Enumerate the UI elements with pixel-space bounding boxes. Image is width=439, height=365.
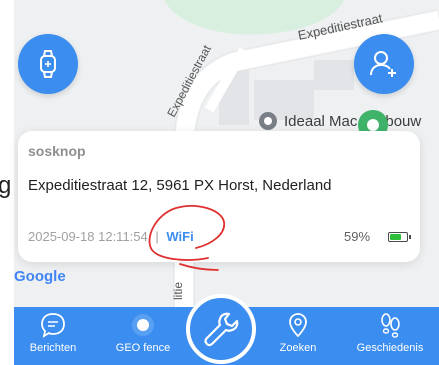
device-name: sosknop xyxy=(28,143,86,159)
location-timestamp: 2025-09-18 12:11:54 xyxy=(28,229,148,244)
battery-fill xyxy=(390,234,401,240)
geofence-icon xyxy=(132,314,154,336)
battery-tip xyxy=(409,235,411,239)
add-user-button[interactable] xyxy=(354,34,414,94)
map-pin-icon xyxy=(289,313,307,338)
google-logo-text: Google xyxy=(14,268,66,285)
edge-letter: g xyxy=(0,172,12,199)
device-info-card[interactable]: sosknop Expeditiestraat 12, 5961 PX Hors… xyxy=(18,131,420,262)
nav-geschiedenis[interactable]: Geschiedenis xyxy=(350,307,430,365)
nav-label-zoeken: Zoeken xyxy=(279,342,317,354)
chat-icon xyxy=(41,313,65,338)
poi-marker[interactable]: Ideaal Mac bouw xyxy=(258,111,421,131)
nav-label-berichten: Berichten xyxy=(29,342,77,354)
google-attribution: Google xyxy=(14,268,66,285)
nav-berichten[interactable]: Berichten xyxy=(24,307,82,365)
poi-icon xyxy=(259,112,277,130)
poi-label-tail: bouw xyxy=(385,112,422,130)
location-meta: 2025-09-18 12:11:54 | WiFi xyxy=(28,229,194,244)
nav-zoeken[interactable]: Zoeken xyxy=(272,307,324,365)
nav-geofence[interactable]: GEO fence xyxy=(112,307,174,365)
watch-button[interactable] xyxy=(18,34,78,94)
location-source: WiFi xyxy=(166,229,194,244)
poi-label: Ideaal Mac xyxy=(284,112,358,130)
nav-label-geofence: GEO fence xyxy=(115,342,171,354)
nav-label-geschiedenis: Geschiedenis xyxy=(356,342,424,354)
meta-separator: | xyxy=(155,229,159,244)
battery-percent: 59% xyxy=(344,229,371,244)
footprints-icon xyxy=(381,313,400,338)
settings-wrench-button[interactable] xyxy=(186,294,256,364)
watch-icon xyxy=(40,50,56,78)
battery-icon xyxy=(388,232,411,242)
street-label-bottom: litie xyxy=(171,282,185,300)
add-user-icon xyxy=(370,51,396,77)
wrench-icon xyxy=(204,312,239,347)
device-address: Expeditiestraat 12, 5961 PX Horst, Neder… xyxy=(28,177,332,194)
